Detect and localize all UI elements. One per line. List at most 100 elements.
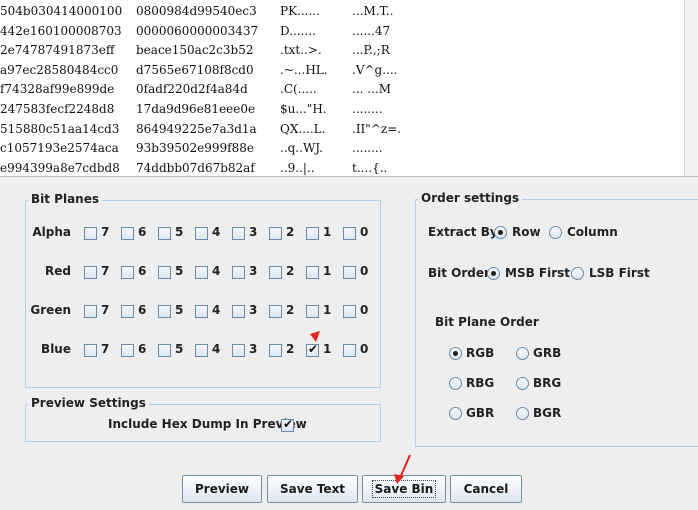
hex-dump-cell: .V^g.... (352, 62, 398, 77)
preview-button-label: Preview (194, 482, 249, 496)
bit-plane-checkbox-blue-6[interactable] (121, 344, 134, 357)
bit-plane-checkbox-green-0[interactable] (343, 305, 356, 318)
bit-plane-checkbox-red-5[interactable] (158, 266, 171, 279)
hex-dump-cell: e994399a8e7cdbd8 (0, 160, 120, 175)
bit-plane-checkbox-alpha-6[interactable] (121, 227, 134, 240)
bit-plane-checkbox-alpha-0[interactable] (343, 227, 356, 240)
hex-dump-cell: 247583fecf2248d8 (0, 102, 115, 116)
hex-dump-cell: ........ (352, 141, 383, 156)
bit-plane-checkbox-red-2[interactable] (269, 266, 282, 279)
hex-dump-cell: f74328af99e899de (0, 82, 115, 97)
bit-plane-order-grb-radio[interactable] (516, 347, 529, 360)
bit-plane-number-label: 5 (175, 225, 184, 239)
hex-dump-cell: 2e74787491873eff (0, 43, 115, 58)
bit-plane-order-brg-label[interactable]: BRG (533, 376, 561, 390)
hex-dump-scrollbar[interactable] (684, 0, 698, 176)
bit-plane-number-label: 1 (323, 264, 332, 278)
bit-plane-checkbox-green-7[interactable] (84, 305, 97, 318)
bit-plane-row-label-blue: Blue (41, 342, 71, 356)
cancel-button-label: Cancel (463, 482, 509, 496)
bit-plane-checkbox-red-6[interactable] (121, 266, 134, 279)
bit-plane-checkbox-blue-7[interactable] (84, 344, 97, 357)
bit-plane-checkbox-blue-3[interactable] (232, 344, 245, 357)
bit-plane-order-brg-radio[interactable] (516, 377, 529, 390)
bit-plane-order-grb-label[interactable]: GRB (533, 346, 561, 360)
hex-dump-cell: PK...... (280, 4, 320, 18)
hex-dump-cell: ...P.,;R (352, 43, 390, 58)
preview-settings-title: Preview Settings (28, 396, 149, 410)
include-hex-dump-checkbox[interactable] (281, 417, 294, 432)
preview-button[interactable]: Preview (182, 475, 262, 503)
bit-plane-order-label: Bit Plane Order (435, 315, 539, 329)
bit-plane-number-label: 4 (212, 225, 221, 239)
extract-by-column-label[interactable]: Column (567, 225, 618, 239)
bit-plane-number-label: 3 (249, 225, 258, 239)
extract-by-row-label[interactable]: Row (512, 225, 541, 239)
extract-by-row-radio[interactable] (494, 226, 507, 239)
hex-dump-cell: 864949225e7a3d1a (136, 121, 257, 136)
bit-plane-checkbox-green-1[interactable] (306, 305, 319, 318)
bit-plane-checkbox-red-3[interactable] (232, 266, 245, 279)
bit-plane-checkbox-blue-5[interactable] (158, 344, 171, 357)
bit-plane-number-label: 7 (101, 303, 110, 317)
extract-by-column-radio[interactable] (549, 226, 562, 239)
hex-dump-cell: c1057193e2574aca (0, 141, 119, 156)
bit-plane-checkbox-alpha-2[interactable] (269, 227, 282, 240)
hex-dump-cell: 93b39502e999f88e (136, 141, 254, 156)
bit-plane-checkbox-alpha-3[interactable] (232, 227, 245, 240)
bit-plane-order-rgb-label[interactable]: RGB (466, 346, 494, 360)
hex-dump-panel[interactable]: 504b030414000100 0800984d99540ec3 PK......… (0, 0, 698, 177)
bit-plane-checkbox-blue-4[interactable] (195, 344, 208, 357)
bit-order-msb-label[interactable]: MSB First (505, 266, 570, 280)
bit-plane-number-label: 2 (286, 303, 295, 317)
bit-plane-row-label-alpha: Alpha (32, 225, 71, 239)
bit-order-lsb-radio[interactable] (571, 267, 584, 280)
hex-dump-cell: 504b030414000100 (0, 4, 123, 18)
bit-plane-checkbox-green-5[interactable] (158, 305, 171, 318)
bit-plane-order-gbr-radio[interactable] (449, 407, 462, 420)
bit-plane-checkbox-red-7[interactable] (84, 266, 97, 279)
order-settings-title: Order settings (418, 191, 523, 205)
hex-dump-cell: ...M.T.. (352, 4, 394, 18)
bit-plane-number-label: 4 (212, 303, 221, 317)
bit-plane-checkbox-alpha-4[interactable] (195, 227, 208, 240)
bit-plane-order-gbr-label[interactable]: GBR (466, 406, 494, 420)
bit-plane-checkbox-red-0[interactable] (343, 266, 356, 279)
bit-plane-order-bgr-label[interactable]: BGR (533, 406, 561, 420)
bit-plane-checkbox-green-3[interactable] (232, 305, 245, 318)
bit-plane-number-label: 1 (323, 342, 332, 356)
bit-order-lsb-label[interactable]: LSB First (589, 266, 650, 280)
hex-dump-cell: 74ddbb07d67b82af (136, 160, 255, 175)
bit-plane-order-rbg-label[interactable]: RBG (466, 376, 494, 390)
annotation-arrow-icon (310, 331, 320, 342)
bit-plane-order-rgb-radio[interactable] (449, 347, 462, 360)
bit-plane-number-label: 7 (101, 342, 110, 356)
bit-plane-checkbox-alpha-5[interactable] (158, 227, 171, 240)
bit-plane-number-label: 3 (249, 264, 258, 278)
bit-plane-number-label: 3 (249, 342, 258, 356)
cancel-button[interactable]: Cancel (450, 475, 522, 503)
save-text-button[interactable]: Save Text (267, 475, 358, 503)
bit-plane-checkbox-red-1[interactable] (306, 266, 319, 279)
bit-plane-number-label: 5 (175, 264, 184, 278)
hex-dump-cell: 0000060000003437 (136, 23, 259, 38)
bit-plane-order-bgr-radio[interactable] (516, 407, 529, 420)
bit-order-msb-radio[interactable] (487, 267, 500, 280)
bit-plane-number-label: 0 (360, 264, 369, 278)
bit-plane-order-rbg-radio[interactable] (449, 377, 462, 390)
bit-plane-checkbox-alpha-7[interactable] (84, 227, 97, 240)
bit-plane-number-label: 1 (323, 225, 332, 239)
hex-dump-cell: 515880c51aa14cd3 (0, 121, 120, 136)
hex-dump-cell: 442e160100008703 (0, 23, 122, 38)
hex-dump-cell: 17da9d96e81eee0e (136, 102, 256, 116)
bit-plane-checkbox-alpha-1[interactable] (306, 227, 319, 240)
bit-plane-checkbox-green-2[interactable] (269, 305, 282, 318)
bit-plane-checkbox-red-4[interactable] (195, 266, 208, 279)
bit-plane-checkbox-blue-0[interactable] (343, 344, 356, 357)
hex-dump-cell: 0fadf220d2f4a84d (136, 82, 248, 97)
bit-plane-checkbox-blue-2[interactable] (269, 344, 282, 357)
bit-plane-number-label: 5 (175, 342, 184, 356)
hex-dump-cell: D....... (280, 23, 316, 38)
bit-plane-checkbox-green-4[interactable] (195, 305, 208, 318)
bit-plane-checkbox-green-6[interactable] (121, 305, 134, 318)
